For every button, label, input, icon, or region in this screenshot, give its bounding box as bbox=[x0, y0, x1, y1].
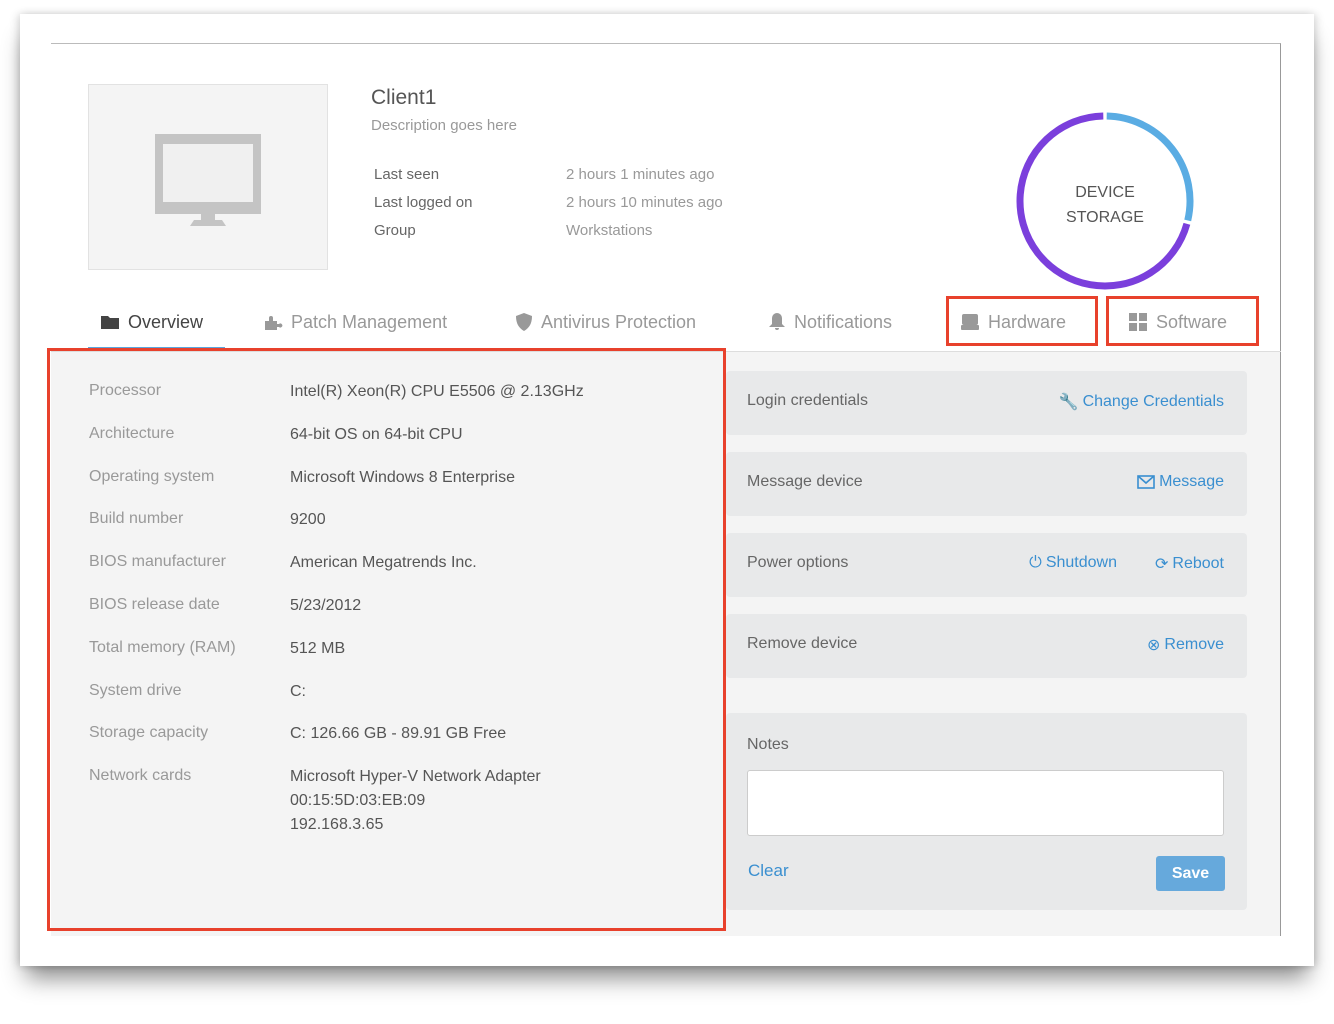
tab-label: Antivirus Protection bbox=[541, 311, 697, 332]
shield-icon bbox=[516, 313, 532, 331]
card-title: Message device bbox=[747, 473, 863, 490]
bell-icon bbox=[769, 313, 785, 330]
donut-label-line1: DEVICE bbox=[1075, 184, 1135, 201]
link-label: Shutdown bbox=[1045, 554, 1117, 571]
link-label: Message bbox=[1159, 473, 1224, 490]
highlight-hardware bbox=[946, 296, 1098, 346]
notes-textarea[interactable] bbox=[747, 770, 1224, 836]
notes-card: Notes Clear Save bbox=[726, 713, 1247, 910]
folder-icon bbox=[101, 316, 119, 329]
clear-button[interactable]: Clear bbox=[748, 861, 789, 881]
meta-label: Last logged on bbox=[374, 194, 473, 211]
monitor-icon bbox=[155, 134, 261, 226]
link-label: Remove bbox=[1164, 636, 1224, 653]
puzzle-icon bbox=[265, 316, 283, 330]
donut-label-line2: STORAGE bbox=[1066, 209, 1144, 226]
card-title: Power options bbox=[747, 554, 849, 571]
meta-label: Last seen bbox=[374, 166, 440, 183]
device-name: Client1 bbox=[371, 86, 437, 109]
tab-label: Patch Management bbox=[291, 311, 448, 332]
key-icon: 🔧 bbox=[1058, 394, 1079, 411]
envelope-icon bbox=[1137, 475, 1155, 489]
highlight-overview bbox=[47, 348, 726, 931]
message-device-card: Message device Message bbox=[726, 452, 1247, 516]
tab-overview[interactable]: Overview bbox=[100, 310, 203, 334]
refresh-icon: ⟳ bbox=[1155, 556, 1169, 573]
tab-label: Notifications bbox=[794, 311, 893, 332]
link-label: Reboot bbox=[1172, 555, 1224, 572]
login-credentials-card: Login credentials 🔧 Change Credentials bbox=[726, 371, 1247, 435]
meta-label: Group bbox=[374, 222, 416, 239]
change-credentials-link[interactable]: 🔧 Change Credentials bbox=[1059, 392, 1224, 412]
highlight-software bbox=[1106, 296, 1259, 346]
meta-value: Workstations bbox=[566, 222, 653, 239]
donut-label: DEVICE STORAGE bbox=[1012, 180, 1198, 230]
card-title: Remove device bbox=[747, 635, 858, 652]
reboot-link[interactable]: ⟳ Reboot bbox=[1155, 554, 1224, 574]
tab-patch-management[interactable]: Patch Management bbox=[263, 310, 447, 334]
card-title: Login credentials bbox=[747, 392, 868, 409]
tab-label: Overview bbox=[128, 311, 204, 332]
notes-title: Notes bbox=[747, 736, 789, 753]
remove-circle-icon: ⊗ bbox=[1147, 637, 1161, 654]
tab-notifications[interactable]: Notifications bbox=[768, 310, 892, 334]
save-button[interactable]: Save bbox=[1156, 856, 1225, 891]
meta-value: 2 hours 10 minutes ago bbox=[566, 194, 723, 211]
device-description: Description goes here bbox=[371, 117, 517, 134]
remove-link[interactable]: ⊗ Remove bbox=[1147, 635, 1224, 655]
message-link[interactable]: Message bbox=[1137, 473, 1224, 491]
power-icon: ⏻ bbox=[1029, 554, 1042, 571]
remove-device-card: Remove device ⊗ Remove bbox=[726, 614, 1247, 678]
link-label: Change Credentials bbox=[1082, 393, 1224, 410]
tab-antivirus-protection[interactable]: Antivirus Protection bbox=[515, 310, 696, 334]
meta-value: 2 hours 1 minutes ago bbox=[566, 166, 715, 183]
power-options-card: Power options ⏻ Shutdown ⟳ Reboot bbox=[726, 533, 1247, 597]
device-thumbnail bbox=[88, 84, 328, 270]
shutdown-link[interactable]: ⏻ Shutdown bbox=[1029, 554, 1117, 572]
